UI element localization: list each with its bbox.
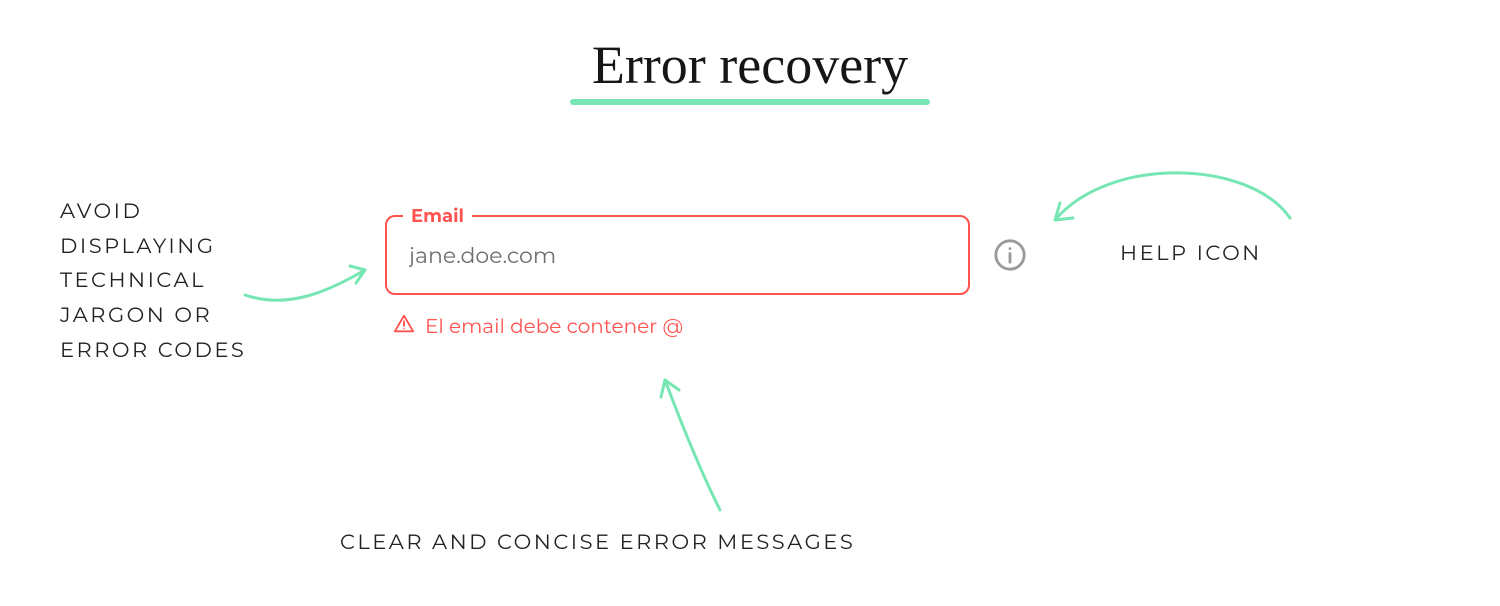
annotation-right: HELP ICON [1120, 241, 1262, 266]
annotation-left: AVOID DISPLAYING TECHNICAL JARGON OR ERR… [60, 195, 280, 368]
annotation-bottom: CLEAR AND CONCISE ERROR MESSAGES [340, 530, 855, 555]
email-field-border: Email [385, 215, 970, 295]
email-field-group: Email El email debe contener @ [385, 215, 970, 341]
email-field[interactable] [407, 241, 948, 270]
email-field-label: Email [403, 205, 472, 227]
page-title-wrap: Error recovery [0, 36, 1500, 105]
title-underline [570, 99, 930, 105]
error-message-text: El email debe contener @ [425, 315, 683, 339]
page-title: Error recovery [592, 36, 908, 95]
error-message-row: El email debe contener @ [385, 313, 970, 341]
info-icon[interactable] [992, 237, 1028, 273]
warning-icon [393, 313, 415, 341]
